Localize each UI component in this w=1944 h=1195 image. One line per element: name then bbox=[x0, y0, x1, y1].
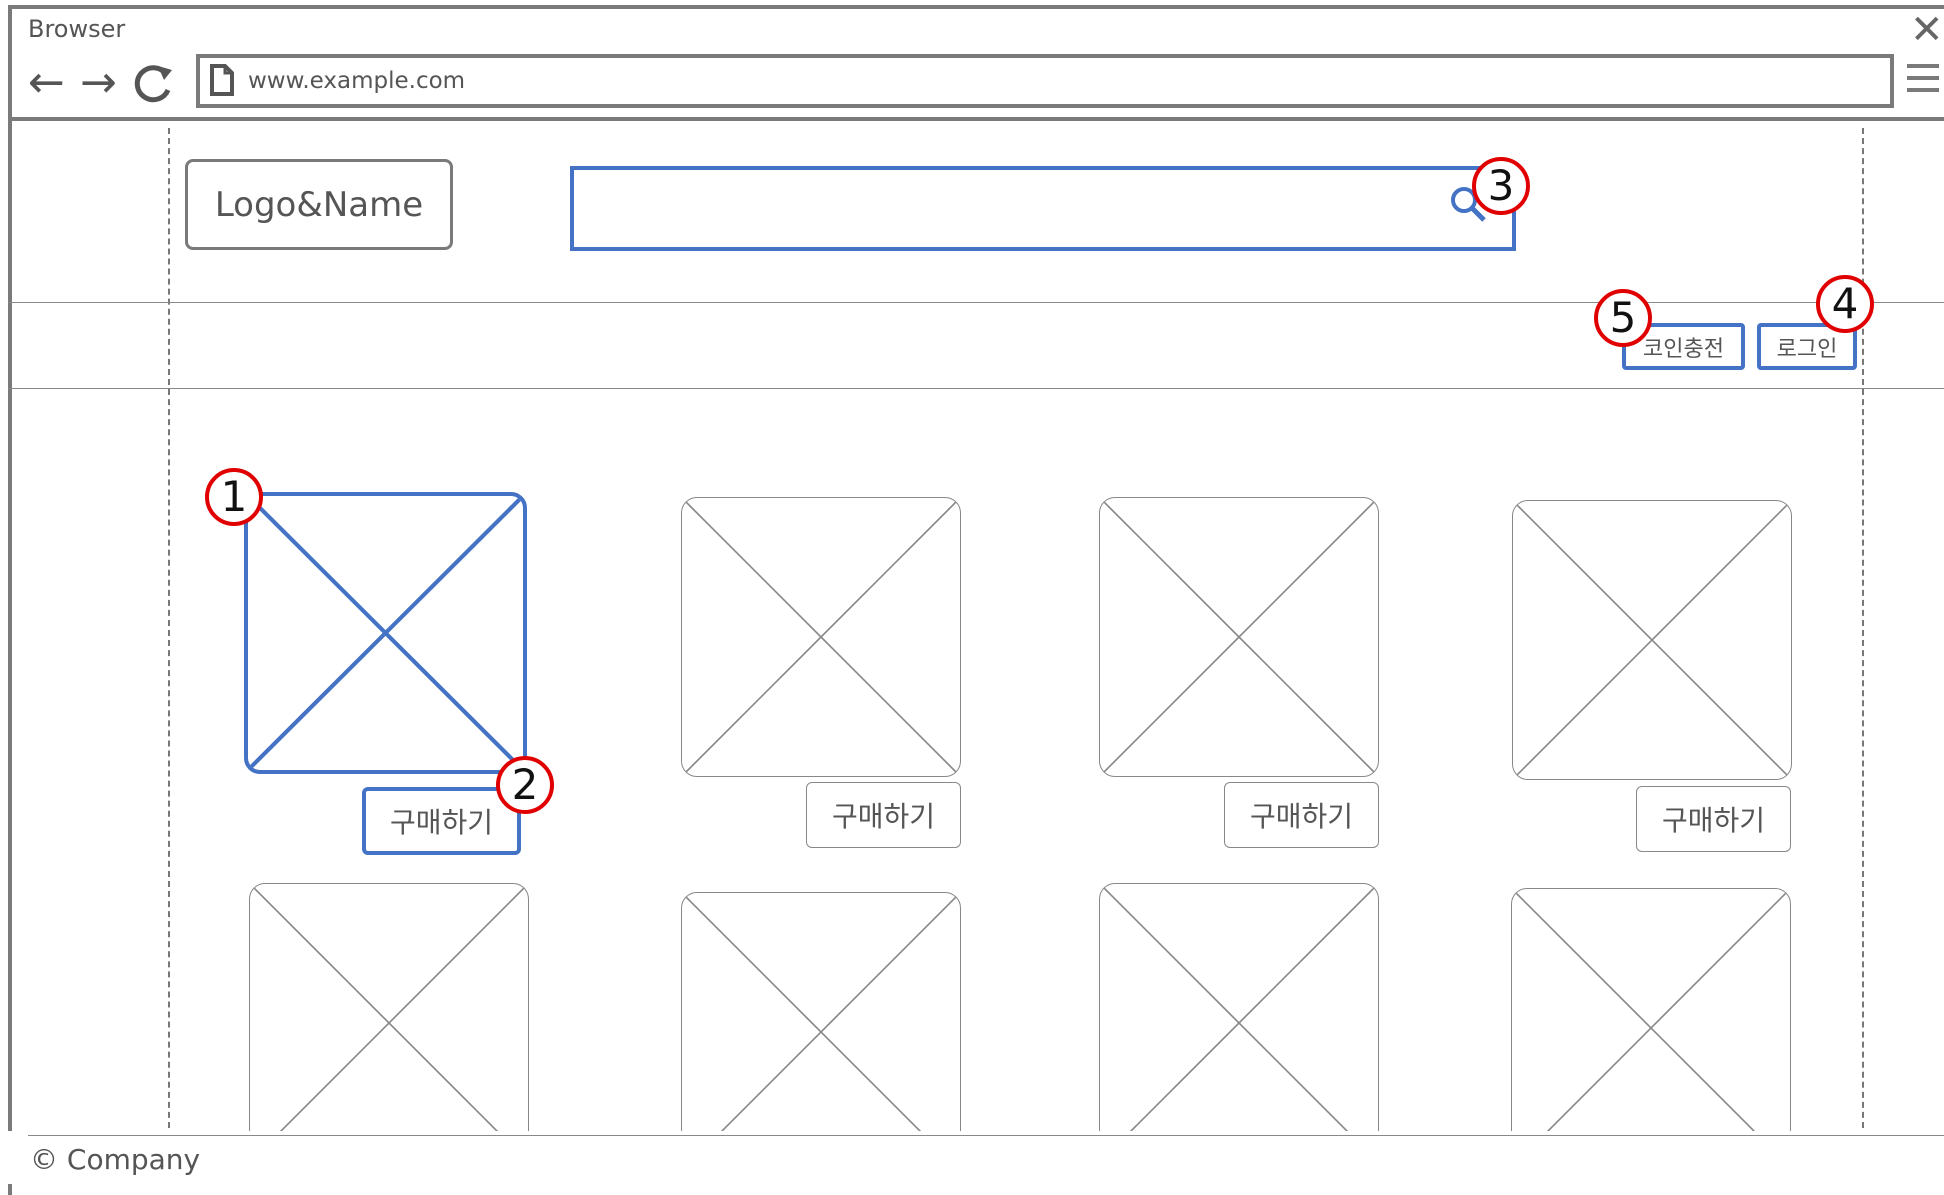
product-image-placeholder[interactable] bbox=[1511, 888, 1791, 1168]
product-image-placeholder[interactable] bbox=[1099, 497, 1379, 777]
url-text: www.example.com bbox=[248, 68, 466, 94]
annotation-marker-3: 3 bbox=[1472, 157, 1530, 215]
page-document-icon bbox=[210, 64, 234, 96]
back-arrow-icon[interactable]: ← bbox=[28, 58, 65, 108]
footer-background bbox=[8, 1131, 1944, 1184]
right-guide-line bbox=[1862, 128, 1864, 1138]
buy-button[interactable]: 구매하기 bbox=[1636, 786, 1791, 852]
footer-divider bbox=[28, 1135, 1944, 1136]
product-image-placeholder[interactable] bbox=[681, 892, 961, 1172]
forward-arrow-icon[interactable]: → bbox=[80, 58, 117, 108]
buy-button[interactable]: 구매하기 bbox=[362, 787, 521, 855]
annotation-marker-5: 5 bbox=[1594, 289, 1652, 347]
logo-and-name[interactable]: Logo&Name bbox=[185, 159, 453, 250]
product-image-placeholder[interactable] bbox=[1099, 883, 1379, 1163]
toolbar-divider bbox=[8, 388, 1944, 389]
annotation-marker-2: 2 bbox=[496, 756, 554, 814]
buy-button[interactable]: 구매하기 bbox=[1224, 782, 1379, 848]
reload-icon[interactable] bbox=[132, 62, 176, 106]
footer-copyright: © Company bbox=[30, 1143, 201, 1176]
header-divider bbox=[8, 302, 1944, 303]
chrome-divider bbox=[8, 117, 1944, 121]
browser-title: Browser bbox=[28, 15, 126, 43]
product-image-placeholder[interactable] bbox=[249, 883, 529, 1163]
annotation-marker-4: 4 bbox=[1816, 275, 1874, 333]
product-image-placeholder[interactable] bbox=[1512, 500, 1792, 780]
hamburger-menu-icon[interactable] bbox=[1907, 64, 1939, 96]
left-guide-line bbox=[168, 128, 170, 1138]
search-input[interactable] bbox=[570, 166, 1516, 251]
buy-button[interactable]: 구매하기 bbox=[806, 782, 961, 848]
close-icon[interactable]: ✕ bbox=[1910, 8, 1944, 52]
annotation-marker-1: 1 bbox=[205, 468, 263, 526]
product-image-placeholder[interactable] bbox=[681, 497, 961, 777]
product-image-placeholder[interactable] bbox=[244, 492, 527, 774]
